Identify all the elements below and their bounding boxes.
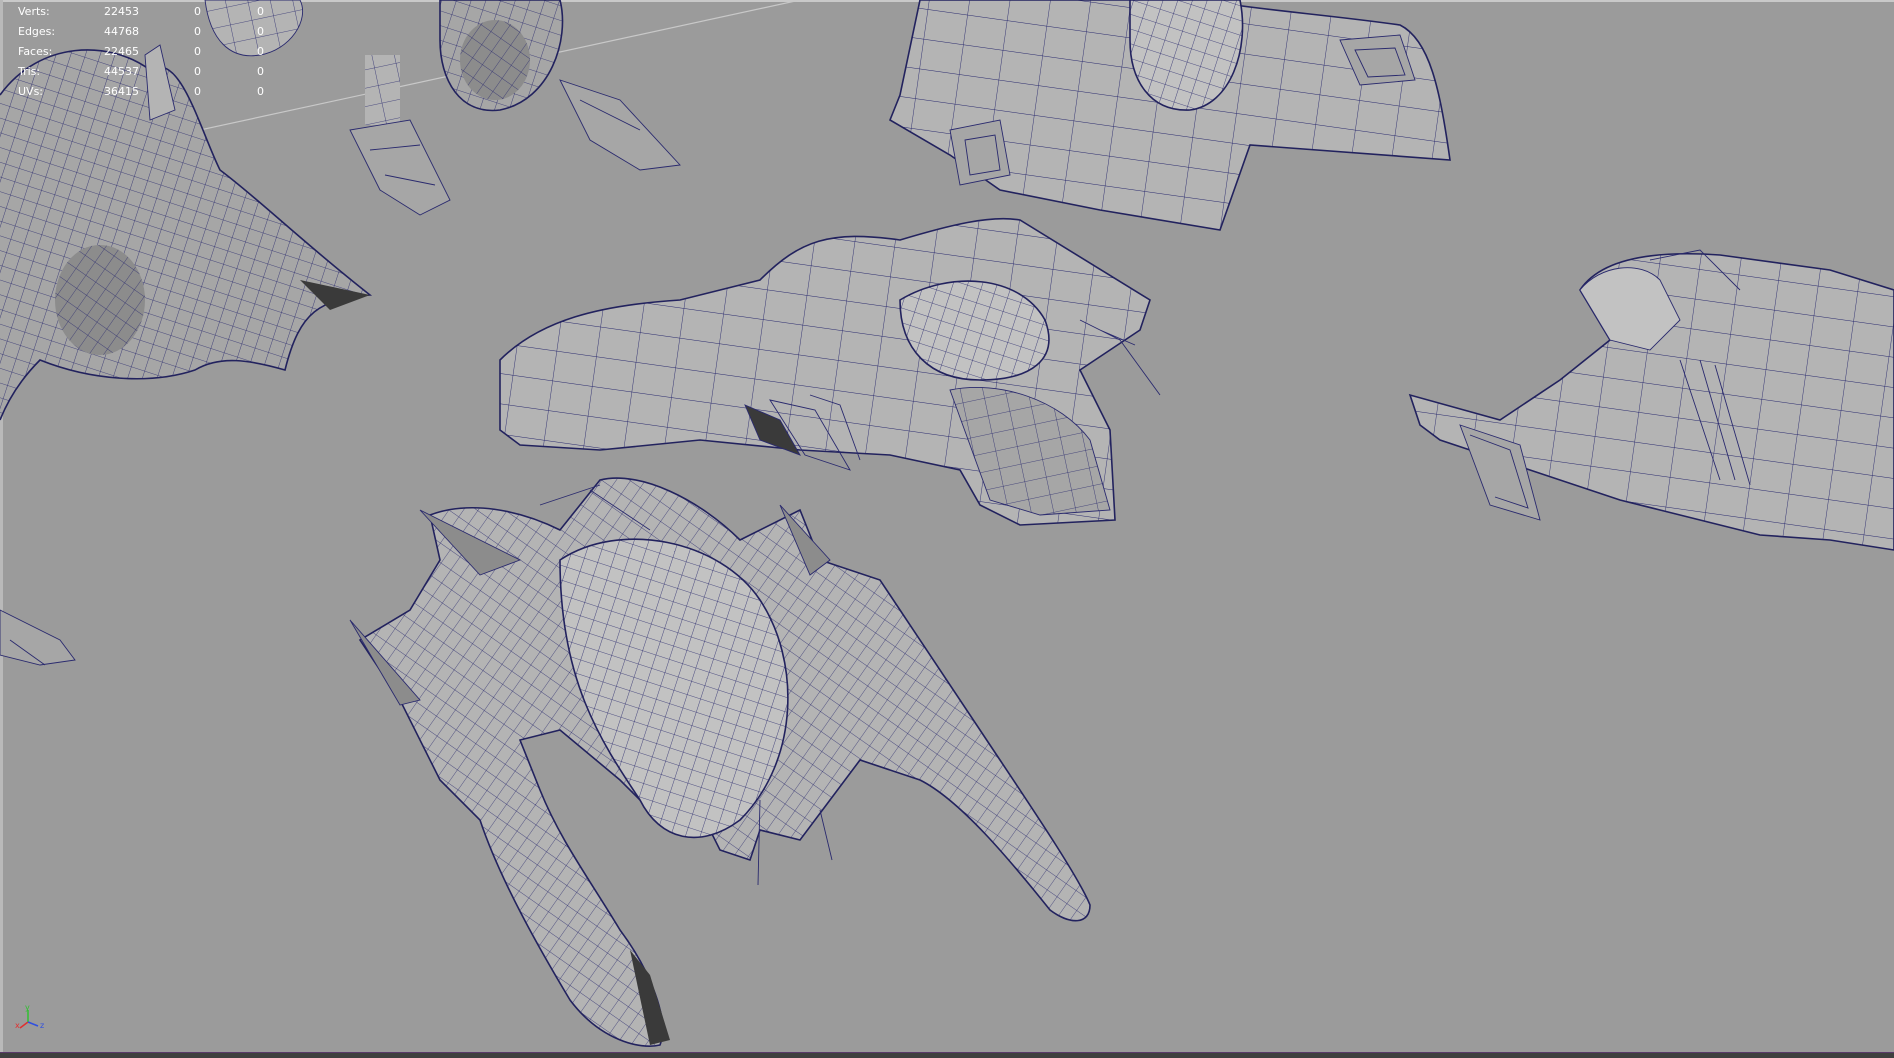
hud-label: UVs: [18,85,44,98]
hud-label: Faces: [18,45,53,58]
axis-z-label: z [40,1021,44,1030]
axis-z-line [27,1021,39,1027]
mesh-ship-right[interactable] [1408,249,1894,551]
scene-canvas[interactable] [0,0,1894,1058]
axis-x-label: x [15,1021,20,1030]
mesh-ship-center[interactable] [499,217,1161,526]
viewport-bottom-border [0,1052,1894,1058]
hud-row: Tris: 44537 0 0 [14,62,274,82]
hud-value: 22465 [104,45,139,58]
hud-value: 0 [194,65,201,78]
hud-label: Tris: [18,65,41,78]
hud-value: 0 [257,85,264,98]
hud-value: 0 [194,5,201,18]
hud-row: Faces: 22465 0 0 [14,42,274,62]
hud-value: 36415 [104,85,139,98]
mesh-ship-organic[interactable] [349,477,1091,1047]
axis-y-label: y [25,1004,30,1012]
hud-value: 44768 [104,25,139,38]
hud-row: Verts: 22453 0 0 [14,2,274,22]
hud-value: 22453 [104,5,139,18]
hud-value: 0 [257,5,264,18]
hud-label: Verts: [18,5,50,18]
hud-value: 0 [257,25,264,38]
hud-value: 0 [194,85,201,98]
poly-count-hud: Verts: 22453 0 0 Edges: 44768 0 0 Faces: 22465 0 0 T… [14,2,274,102]
hud-row: UVs: 36415 0 0 [14,82,274,102]
axis-gizmo: x y z [15,1004,44,1030]
hud-row: Edges: 44768 0 0 [14,22,274,42]
hud-value: 44537 [104,65,139,78]
mesh-ship-top-center[interactable] [889,0,1451,231]
hud-value: 0 [257,45,264,58]
axis-x-line [19,1021,29,1029]
mesh-robot-top-center[interactable] [204,0,681,216]
hud-value: 0 [257,65,264,78]
mesh-fragment-left[interactable] [0,609,76,666]
3d-viewport[interactable]: Verts: 22453 0 0 Edges: 44768 0 0 Faces: 22465 0 0 T… [0,0,1894,1058]
hud-label: Edges: [18,25,56,38]
hud-value: 0 [194,45,201,58]
hud-value: 0 [194,25,201,38]
